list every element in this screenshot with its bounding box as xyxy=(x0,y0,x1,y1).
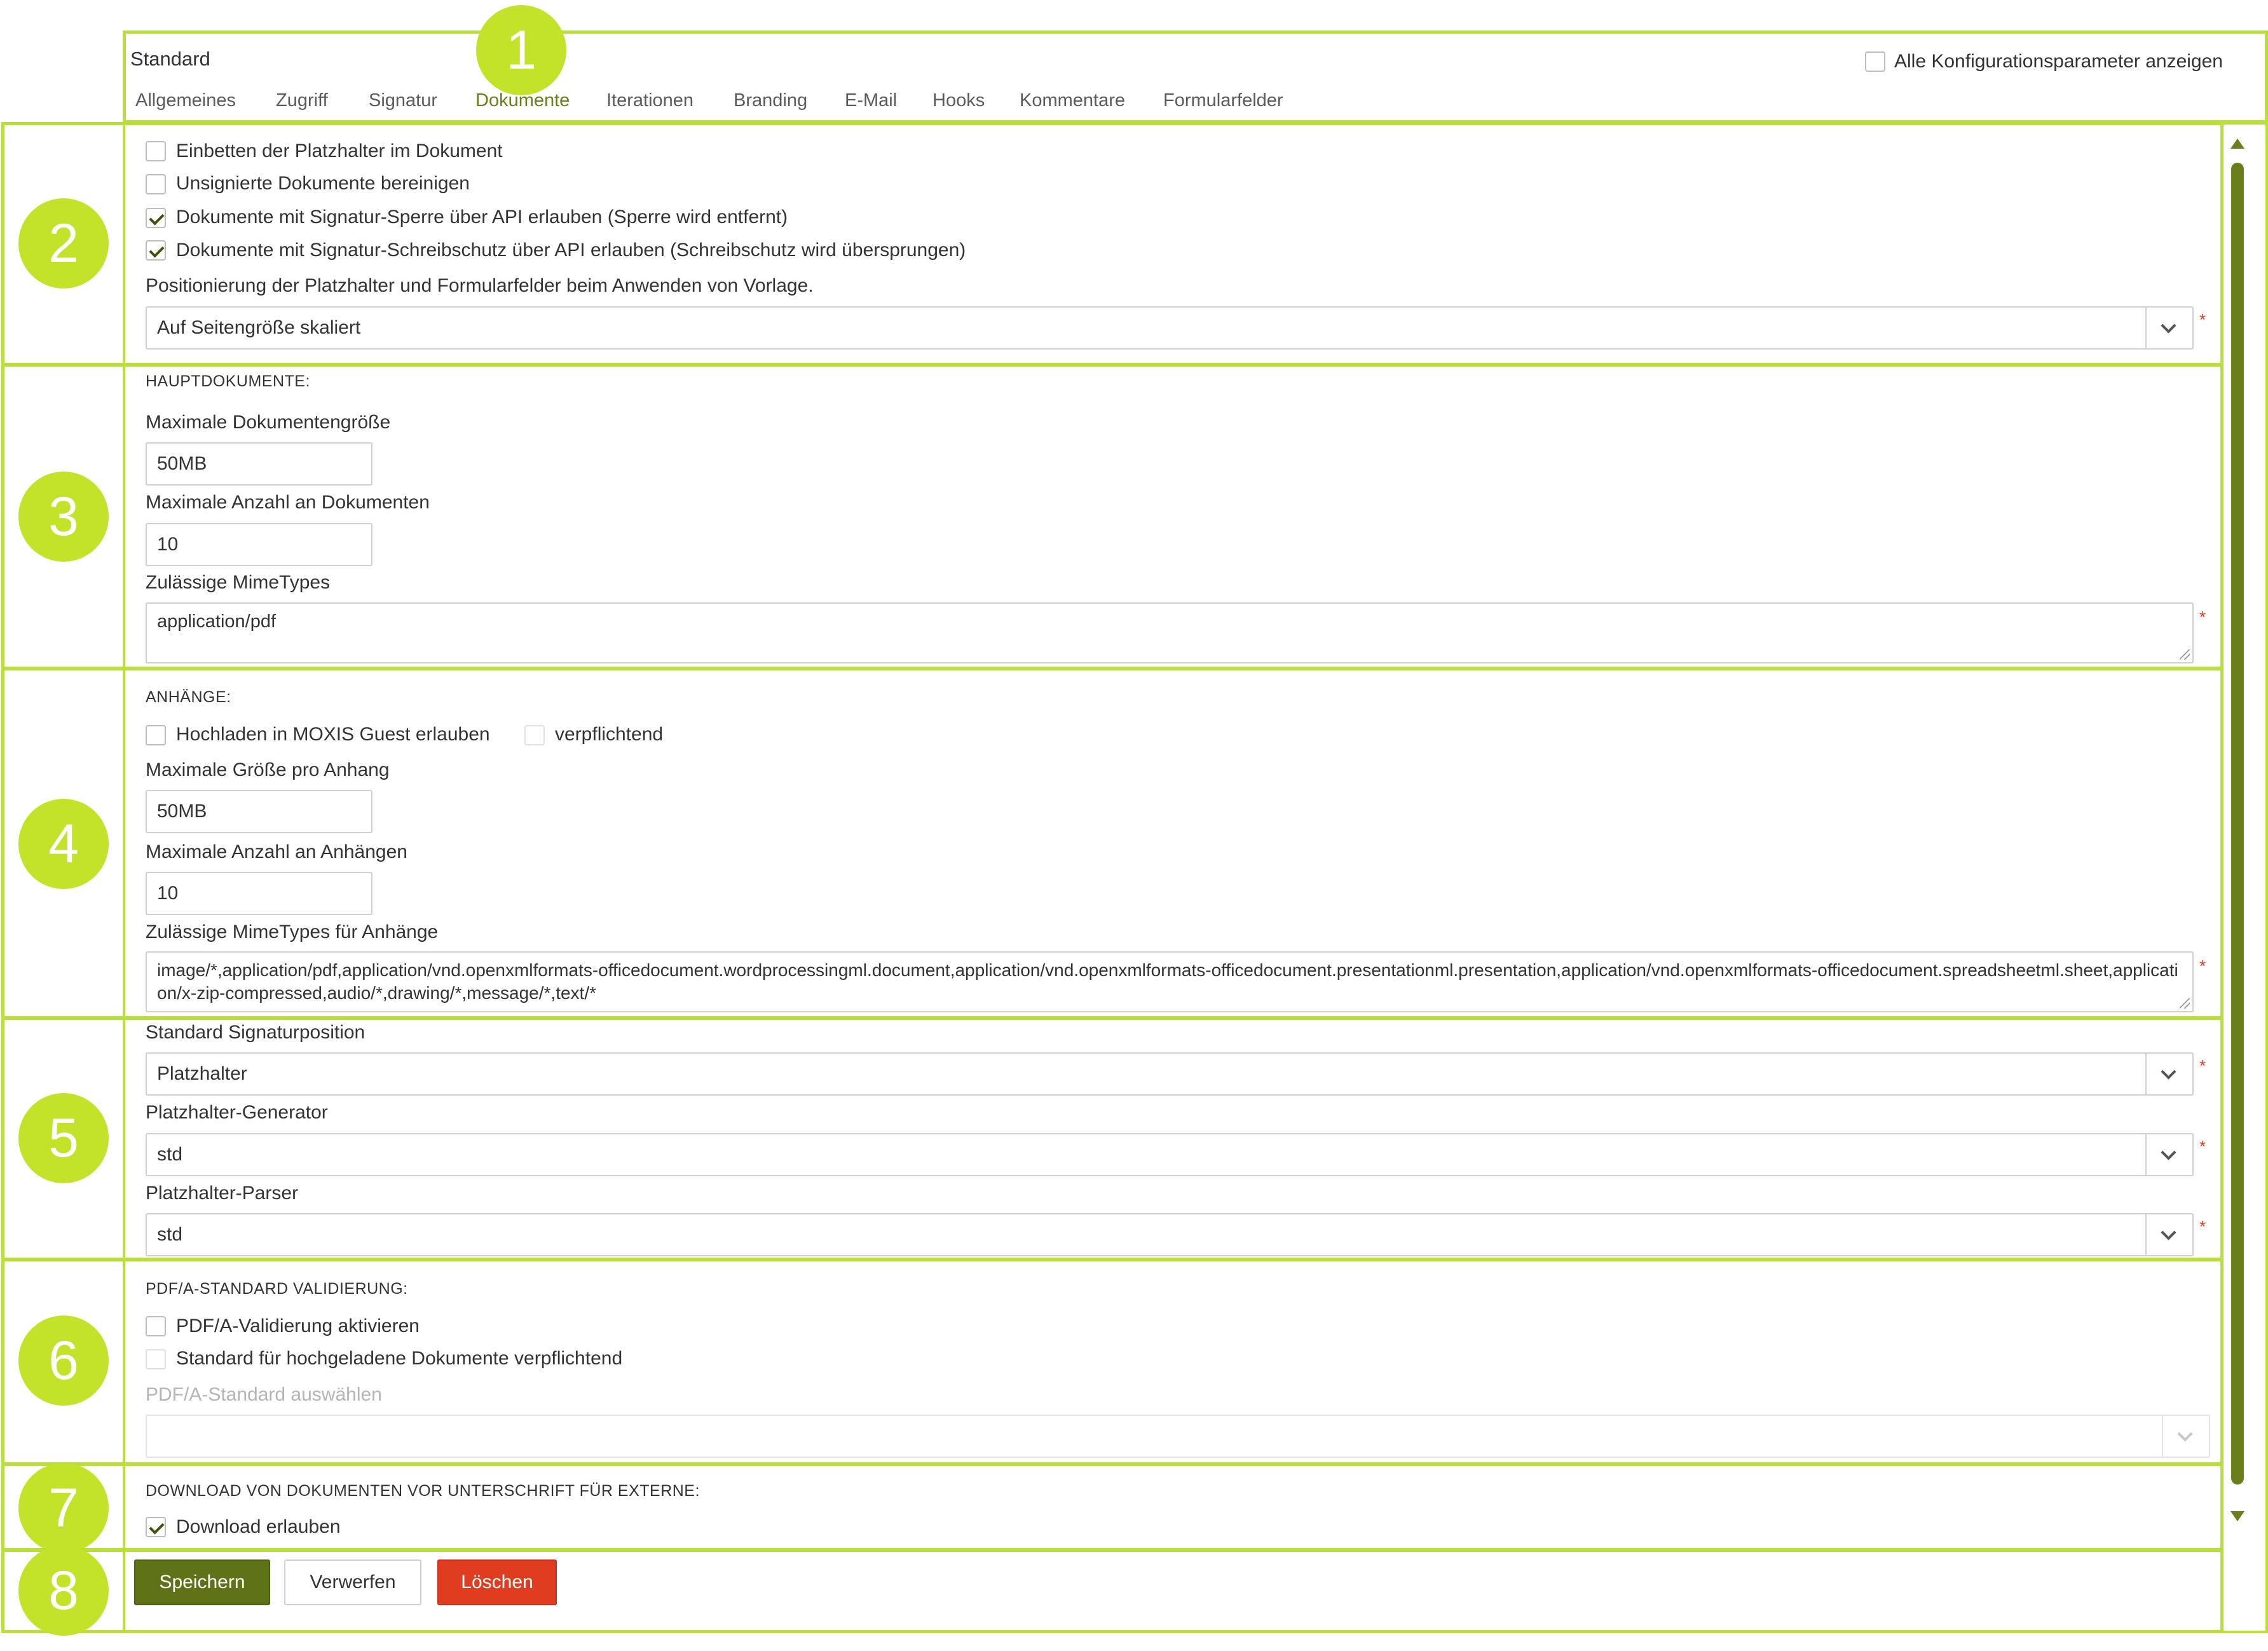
required-marker: * xyxy=(2199,1056,2206,1075)
download-heading: DOWNLOAD VON DOKUMENTEN VOR UNTERSCHRIFT… xyxy=(146,1482,700,1500)
pdfa-select-label: PDF/A-Standard auswählen xyxy=(146,1384,382,1405)
guest-upload-label[interactable]: Hochladen in MOXIS Guest erlauben xyxy=(176,724,490,745)
max-attachment-count-label: Maximale Anzahl an Anhängen xyxy=(146,841,407,862)
tab-email[interactable]: E-Mail xyxy=(845,90,897,111)
allow-write-protect-checkbox[interactable] xyxy=(146,240,166,261)
tab-signatur[interactable]: Signatur xyxy=(369,90,437,111)
positioning-label: Positionierung der Platzhalter und Formu… xyxy=(146,275,814,296)
placeholder-parser-label: Platzhalter-Parser xyxy=(146,1183,299,1204)
badge-3: 3 xyxy=(18,472,109,562)
tab-allgemeines[interactable]: Allgemeines xyxy=(135,90,236,111)
max-doc-size-input[interactable]: 50MB xyxy=(146,442,372,486)
show-all-label[interactable]: Alle Konfigurationsparameter anzeigen xyxy=(1894,51,2223,72)
attachment-mime-textarea[interactable]: image/*,application/pdf,application/vnd.… xyxy=(146,951,2194,1012)
placeholder-parser-value: std xyxy=(157,1224,183,1245)
attachment-mime-label: Zulässige MimeTypes für Anhänge xyxy=(146,921,439,942)
badge-7: 7 xyxy=(18,1463,109,1553)
pdfa-standard-select xyxy=(146,1415,2210,1458)
discard-button[interactable]: Verwerfen xyxy=(284,1559,421,1605)
guest-upload-checkbox[interactable] xyxy=(146,725,166,745)
signature-position-value: Platzhalter xyxy=(157,1063,247,1084)
mime-types-textarea[interactable]: application/pdf xyxy=(146,602,2194,663)
required-marker: * xyxy=(2199,1217,2206,1236)
signature-position-select[interactable]: Platzhalter xyxy=(146,1052,2194,1096)
allow-signature-lock-label[interactable]: Dokumente mit Signatur-Sperre über API e… xyxy=(176,207,788,228)
required-marker: * xyxy=(2199,1137,2206,1156)
pdfa-heading: PDF/A-STANDARD VALIDIERUNG: xyxy=(146,1280,408,1298)
required-marker: * xyxy=(2199,956,2206,975)
badge-6: 6 xyxy=(18,1315,109,1406)
badge-8: 8 xyxy=(18,1546,109,1636)
attachment-mime-value: image/*,application/pdf,application/vnd.… xyxy=(157,960,2178,1003)
scroll-up-arrow-icon[interactable] xyxy=(2230,139,2244,149)
scroll-down-arrow-icon[interactable] xyxy=(2230,1511,2244,1521)
attachments-heading: ANHÄNGE: xyxy=(146,688,231,706)
mime-types-label: Zulässige MimeTypes xyxy=(146,572,331,593)
tab-kommentare[interactable]: Kommentare xyxy=(1020,90,1125,111)
resize-grip-icon[interactable] xyxy=(2180,998,2190,1009)
clean-unsigned-label[interactable]: Unsignierte Dokumente bereinigen xyxy=(176,173,470,194)
clean-unsigned-checkbox[interactable] xyxy=(146,174,166,194)
pdfa-activate-label[interactable]: PDF/A-Validierung aktivieren xyxy=(176,1315,420,1337)
save-button[interactable]: Speichern xyxy=(134,1559,270,1605)
tab-formularfelder[interactable]: Formularfelder xyxy=(1163,90,1283,111)
chevron-down-icon[interactable] xyxy=(2145,308,2192,348)
signature-position-label: Standard Signaturposition xyxy=(146,1022,365,1043)
mime-types-value: application/pdf xyxy=(157,611,277,632)
placeholder-generator-select[interactable]: std xyxy=(146,1133,2194,1176)
pdfa-mandatory-label: Standard für hochgeladene Dokumente verp… xyxy=(176,1348,623,1369)
delete-button[interactable]: Löschen xyxy=(437,1559,557,1605)
max-doc-count-input[interactable]: 10 xyxy=(146,523,372,566)
placeholder-generator-value: std xyxy=(157,1144,183,1165)
badge-2: 2 xyxy=(18,198,109,289)
allow-write-protect-label[interactable]: Dokumente mit Signatur-Schreibschutz übe… xyxy=(176,240,966,261)
embed-placeholders-checkbox[interactable] xyxy=(146,141,166,161)
required-marker: * xyxy=(2199,310,2206,329)
resize-grip-icon[interactable] xyxy=(2180,649,2190,660)
chevron-down-icon xyxy=(2162,1416,2209,1457)
badge-5: 5 xyxy=(18,1093,109,1183)
placeholder-generator-label: Platzhalter-Generator xyxy=(146,1102,328,1123)
page-title: Standard xyxy=(130,48,210,70)
max-doc-size-label: Maximale Dokumentengröße xyxy=(146,412,391,433)
embed-placeholders-label[interactable]: Einbetten der Platzhalter im Dokument xyxy=(176,140,503,162)
max-attachment-count-input[interactable]: 10 xyxy=(146,872,372,915)
positioning-select[interactable]: Auf Seitengröße skaliert xyxy=(146,306,2194,350)
mandatory-checkbox xyxy=(524,725,545,745)
pdfa-activate-checkbox[interactable] xyxy=(146,1316,166,1336)
badge-4: 4 xyxy=(18,799,109,889)
tab-zugriff[interactable]: Zugriff xyxy=(276,90,328,111)
main-documents-heading: HAUPTDOKUMENTE: xyxy=(146,372,310,390)
chevron-down-icon[interactable] xyxy=(2145,1214,2192,1255)
placeholder-parser-select[interactable]: std xyxy=(146,1213,2194,1256)
chevron-down-icon[interactable] xyxy=(2145,1134,2192,1175)
tab-hooks[interactable]: Hooks xyxy=(932,90,985,111)
required-marker: * xyxy=(2199,608,2206,627)
show-all-checkbox[interactable] xyxy=(1865,51,1885,72)
max-attachment-size-label: Maximale Größe pro Anhang xyxy=(146,759,390,780)
chevron-down-icon[interactable] xyxy=(2145,1054,2192,1094)
pdfa-mandatory-checkbox xyxy=(146,1349,166,1369)
allow-signature-lock-checkbox[interactable] xyxy=(146,208,166,228)
positioning-value: Auf Seitengröße skaliert xyxy=(157,317,361,338)
tab-iterationen[interactable]: Iterationen xyxy=(606,90,693,111)
max-doc-count-label: Maximale Anzahl an Dokumenten xyxy=(146,492,430,513)
tab-branding[interactable]: Branding xyxy=(734,90,807,111)
scrollbar-thumb[interactable] xyxy=(2231,163,2244,1485)
max-attachment-size-input[interactable]: 50MB xyxy=(146,790,372,833)
download-allowed-label[interactable]: Download erlauben xyxy=(176,1516,341,1538)
mandatory-label: verpflichtend xyxy=(555,724,664,745)
badge-1: 1 xyxy=(476,5,566,95)
download-allowed-checkbox[interactable] xyxy=(146,1517,166,1537)
